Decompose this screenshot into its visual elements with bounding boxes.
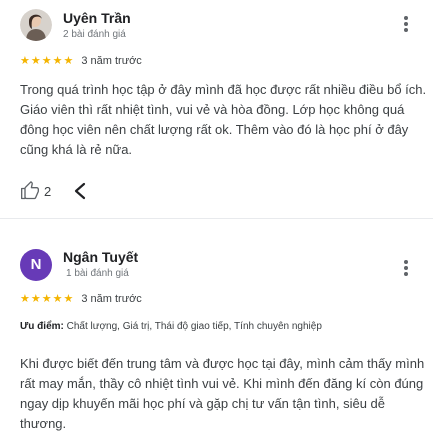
thumbs-up-icon bbox=[21, 181, 39, 200]
review-card: Uyên Trần 2 bài đánh giá ★ ★ ★ ★ ★ 3 năm… bbox=[0, 0, 433, 212]
review-actions: 2 bbox=[20, 178, 89, 204]
share-button[interactable] bbox=[71, 181, 89, 201]
star-icon: ★ bbox=[30, 55, 41, 67]
rating-row: ★ ★ ★ ★ ★ 3 năm trước bbox=[20, 54, 142, 68]
star-icon: ★ bbox=[52, 293, 63, 305]
star-icon: ★ bbox=[41, 293, 52, 305]
review-divider bbox=[0, 218, 433, 219]
review-card: N Ngân Tuyết 1 bài đánh giá ★ ★ ★ ★ ★ 3 … bbox=[0, 228, 433, 441]
star-icon: ★ bbox=[20, 55, 30, 67]
review-text: Khi được biết đến trung tâm và được học … bbox=[20, 356, 425, 431]
star-icon: ★ bbox=[20, 293, 30, 305]
author-review-count[interactable]: 1 bài đánh giá bbox=[66, 268, 129, 279]
star-icon: ★ bbox=[41, 55, 52, 67]
highlights-label: Ưu điểm: bbox=[20, 321, 64, 332]
star-rating: ★ ★ ★ ★ ★ bbox=[20, 54, 73, 68]
author-name[interactable]: Ngân Tuyết bbox=[63, 249, 138, 265]
star-icon: ★ bbox=[63, 55, 74, 67]
review-time: 3 năm trước bbox=[81, 55, 142, 67]
review-time: 3 năm trước bbox=[81, 293, 142, 305]
more-options-button[interactable] bbox=[400, 12, 412, 36]
author-review-count[interactable]: 2 bài đánh giá bbox=[63, 29, 126, 40]
rating-row: ★ ★ ★ ★ ★ 3 năm trước bbox=[20, 292, 142, 306]
star-icon: ★ bbox=[52, 55, 63, 67]
star-icon: ★ bbox=[63, 293, 74, 305]
profile-photo-icon bbox=[20, 9, 52, 41]
share-icon bbox=[75, 182, 86, 200]
more-vert-icon bbox=[404, 16, 408, 20]
review-highlights: Ưu điểm: Chất lượng, Giá trị, Thái độ gi… bbox=[20, 321, 430, 332]
more-options-button[interactable] bbox=[400, 256, 412, 280]
avatar[interactable] bbox=[20, 9, 52, 41]
like-count: 2 bbox=[44, 183, 52, 199]
more-vert-icon bbox=[404, 260, 408, 264]
like-button[interactable]: 2 bbox=[20, 181, 51, 201]
star-rating: ★ ★ ★ ★ ★ bbox=[20, 292, 73, 306]
star-icon: ★ bbox=[30, 293, 41, 305]
author-name[interactable]: Uyên Trần bbox=[63, 10, 131, 26]
avatar[interactable]: N bbox=[20, 249, 52, 281]
highlights-values: Chất lượng, Giá trị, Thái độ giao tiếp, … bbox=[66, 321, 322, 332]
review-text: Trong quá trình học tập ở đây mình đã họ… bbox=[20, 82, 427, 157]
